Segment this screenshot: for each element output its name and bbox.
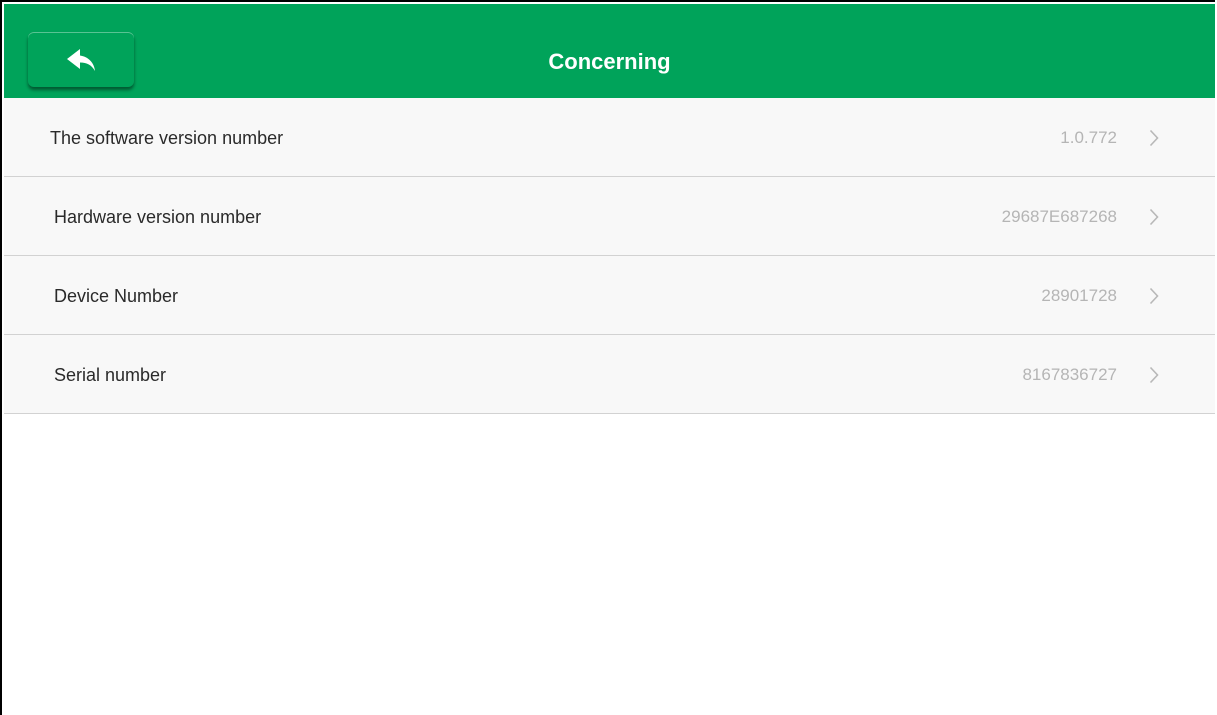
chevron-right-icon [1149, 208, 1159, 226]
item-value: 1.0.772 [1060, 128, 1117, 147]
list-item-hardware-version[interactable]: Hardware version number 29687E687268 [4, 177, 1215, 256]
chevron-right-icon [1149, 129, 1159, 147]
item-label: Hardware version number [54, 207, 262, 227]
chevron-right-icon [1149, 366, 1159, 384]
item-value: 29687E687268 [1001, 207, 1117, 226]
item-value: 28901728 [1041, 286, 1117, 305]
chevron-right-icon [1149, 287, 1159, 305]
list-item-device-number[interactable]: Device Number 28901728 [4, 256, 1215, 335]
item-label: Device Number [54, 286, 179, 306]
item-label: The software version number [50, 128, 284, 148]
back-button[interactable] [28, 32, 134, 87]
top-bar: Concerning [4, 4, 1215, 98]
item-value: 8167836727 [1022, 365, 1117, 384]
back-arrow-icon [67, 48, 95, 71]
item-label: Serial number [54, 365, 167, 385]
list-item-software-version[interactable]: The software version number 1.0.772 [4, 98, 1215, 177]
app-frame: Concerning The software version number 1… [0, 0, 1215, 715]
about-list: The software version number 1.0.772 Hard… [4, 98, 1215, 414]
page-title: Concerning [548, 49, 671, 74]
list-item-serial-number[interactable]: Serial number 8167836727 [4, 335, 1215, 414]
